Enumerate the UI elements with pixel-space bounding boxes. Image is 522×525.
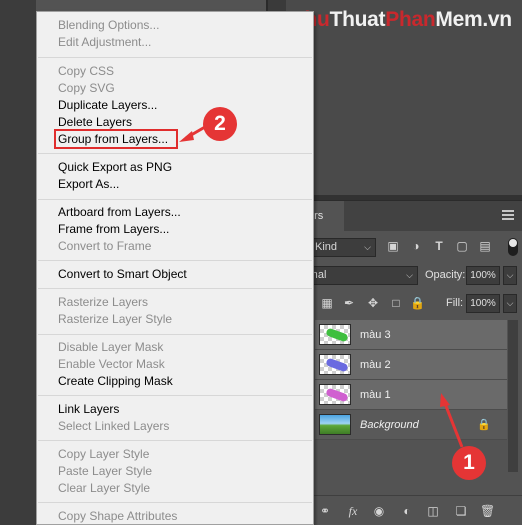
annotation-arrows: [179, 125, 464, 448]
step-badge-2: 2: [203, 107, 237, 141]
arrow-to-menu-item: [179, 125, 206, 142]
step-badge-1: 1: [452, 446, 486, 480]
arrow-to-layers: [440, 393, 464, 448]
